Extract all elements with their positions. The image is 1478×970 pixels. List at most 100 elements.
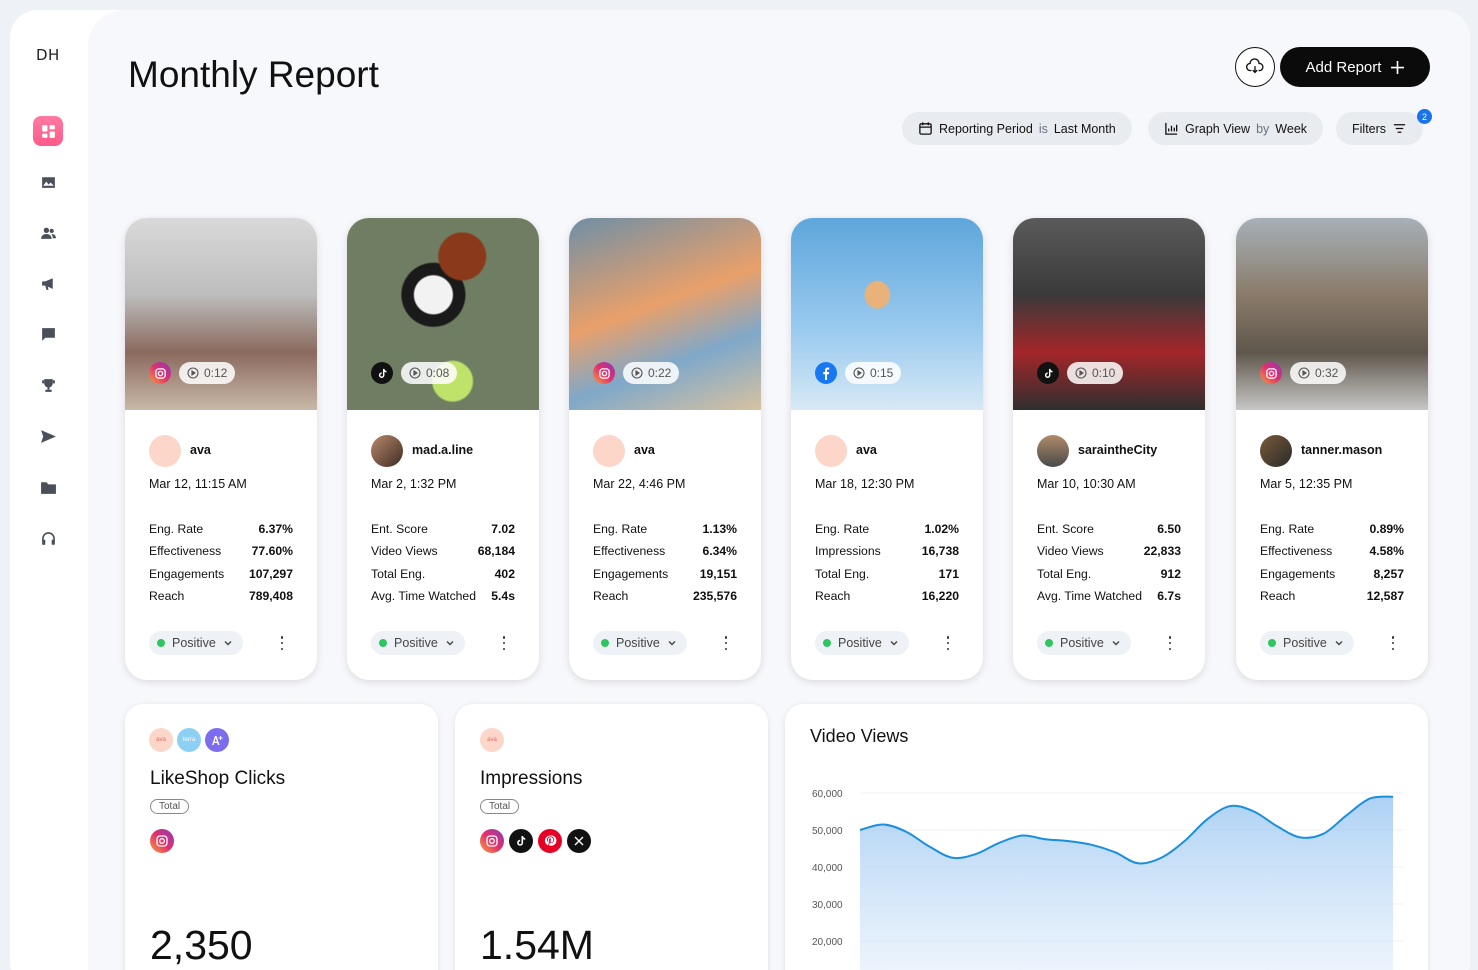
metric-value: 12,587	[1366, 588, 1404, 603]
metric-value: 7.02	[491, 522, 515, 536]
username[interactable]: saraintheCity	[1078, 443, 1157, 457]
metric-label: Total Eng.	[815, 566, 870, 581]
post-card[interactable]: 0:22 ava Mar 22, 4:46 PM Eng. Rate 1.13% E…	[569, 218, 761, 680]
username[interactable]: mad.a.line	[412, 443, 473, 457]
filters-button[interactable]: Filters	[1336, 112, 1424, 145]
metric-row: Reach 12,587	[1260, 588, 1404, 610]
more-options-icon[interactable]	[277, 636, 287, 650]
more-options-icon[interactable]	[1388, 636, 1398, 650]
username[interactable]: ava	[190, 443, 211, 457]
panel-title: LikeShop Clicks	[150, 768, 286, 789]
post-card[interactable]: 0:32 tanner.mason Mar 5, 12:35 PM Eng. R…	[1236, 218, 1428, 680]
image-icon[interactable]	[33, 167, 63, 197]
metric-value: 0.89%	[1369, 522, 1404, 536]
metric-label: Reach	[815, 588, 851, 603]
metric-row: Eng. Rate 1.13%	[593, 521, 737, 543]
download-button[interactable]	[1235, 47, 1275, 87]
metric-value: 6.50	[1157, 522, 1181, 536]
metric-label: Eng. Rate	[1260, 522, 1315, 536]
send-icon[interactable]	[33, 421, 63, 451]
sentiment-dropdown[interactable]: Positive	[149, 631, 243, 655]
sentiment-dropdown[interactable]: Positive	[1037, 631, 1131, 655]
metric-label: Total Eng.	[371, 566, 426, 581]
status-dot	[601, 639, 609, 647]
metric-label: Reach	[1260, 588, 1296, 603]
graph-label: Graph View	[1185, 121, 1251, 136]
graph-value: Week	[1275, 121, 1308, 136]
metric-row: Ent. Score 6.50	[1037, 521, 1181, 543]
post-card[interactable]: 0:08 mad.a.line Mar 2, 1:32 PM Ent. Scor…	[347, 218, 539, 680]
metric-value: 6.7s	[1157, 588, 1181, 603]
instagram-icon	[149, 362, 171, 384]
status-dot	[1045, 639, 1053, 647]
metric-value: 5.4s	[491, 588, 515, 603]
facebook-icon	[815, 362, 837, 384]
metric-row: Avg. Time Watched 6.7s	[1037, 588, 1181, 610]
metric-value: 8,257	[1373, 566, 1405, 581]
likeshop-clicks-value: 2,350	[150, 922, 253, 968]
panel-title: Impressions	[480, 768, 583, 789]
metric-label: Eng. Rate	[815, 522, 870, 536]
more-options-icon[interactable]	[721, 636, 731, 650]
chat-icon[interactable]	[33, 319, 63, 349]
metric-row: Eng. Rate 6.37%	[149, 521, 293, 543]
metric-value: 4.58%	[1369, 544, 1404, 559]
reporting-period-filter[interactable]: Reporting Period is Last Month	[902, 112, 1132, 145]
metric-label: Avg. Time Watched	[1037, 588, 1142, 603]
instagram-icon	[480, 829, 504, 853]
add-report-button[interactable]: Add Report	[1280, 47, 1430, 87]
folder-icon[interactable]	[33, 472, 63, 502]
metric-row: Eng. Rate 0.89%	[1260, 521, 1404, 543]
metric-row: Avg. Time Watched 5.4s	[371, 588, 515, 610]
metric-label: Eng. Rate	[149, 522, 204, 536]
metric-label: Impressions	[815, 544, 881, 559]
metric-value: 22,833	[1143, 544, 1181, 559]
dashboard-icon[interactable]	[33, 116, 63, 146]
metric-row: Total Eng. 402	[371, 566, 515, 588]
sidebar: DH	[10, 10, 88, 970]
more-options-icon[interactable]	[1165, 636, 1175, 650]
sentiment-dropdown[interactable]: Positive	[1260, 631, 1354, 655]
post-date: Mar 5, 12:35 PM	[1260, 477, 1353, 491]
status-dot	[823, 639, 831, 647]
person-plus-icon[interactable]	[205, 728, 229, 752]
main-content: Monthly Report Add Report Reporting Peri…	[88, 10, 1470, 970]
filters-label: Filters	[1352, 121, 1387, 136]
people-icon[interactable]	[33, 218, 63, 248]
likeshop-clicks-panel: ava terra LikeShop Clicks Total 2,350	[125, 704, 438, 970]
post-card[interactable]: 0:10 saraintheCity Mar 10, 10:30 AM Ent.…	[1013, 218, 1205, 680]
sentiment-label: Positive	[172, 636, 216, 650]
username[interactable]: ava	[856, 443, 877, 457]
status-dot	[157, 639, 165, 647]
post-date: Mar 18, 12:30 PM	[815, 477, 915, 491]
metric-label: Video Views	[371, 544, 438, 559]
metrics-list: Ent. Score 7.02 Video Views 68,184 Total Eng…	[371, 521, 515, 610]
username[interactable]: tanner.mason	[1301, 443, 1382, 457]
post-date: Mar 22, 4:46 PM	[593, 477, 686, 491]
metric-row: Total Eng. 912	[1037, 566, 1181, 588]
sentiment-label: Positive	[1283, 636, 1327, 650]
graph-view-filter[interactable]: Graph View by Week	[1148, 112, 1324, 145]
chevron-down-icon	[1112, 641, 1120, 646]
sentiment-dropdown[interactable]: Positive	[593, 631, 687, 655]
post-card[interactable]: 0:15 ava Mar 18, 12:30 PM Eng. Rate 1.02%…	[791, 218, 983, 680]
chevron-down-icon	[446, 641, 454, 646]
username[interactable]: ava	[634, 443, 655, 457]
sentiment-dropdown[interactable]: Positive	[371, 631, 465, 655]
metric-row: Effectiveness 4.58%	[1260, 543, 1404, 565]
headphones-icon[interactable]	[33, 523, 63, 553]
metric-label: Video Views	[1037, 544, 1104, 559]
more-options-icon[interactable]	[499, 636, 509, 650]
video-icon	[187, 367, 199, 379]
trophy-icon[interactable]	[33, 370, 63, 400]
cloud-download-icon	[1246, 58, 1264, 74]
chevron-down-icon	[224, 641, 232, 646]
avatar	[149, 435, 181, 467]
post-card[interactable]: 0:12 ava Mar 12, 11:15 AM Eng. Rate 6.37%…	[125, 218, 317, 680]
sentiment-dropdown[interactable]: Positive	[815, 631, 909, 655]
megaphone-icon[interactable]	[33, 268, 63, 298]
metric-row: Video Views 68,184	[371, 543, 515, 565]
more-options-icon[interactable]	[943, 636, 953, 650]
video-views-chart: 60,000 50,000 40,000 30,000 20,000	[812, 789, 1403, 970]
bar-chart-icon	[1165, 122, 1178, 135]
